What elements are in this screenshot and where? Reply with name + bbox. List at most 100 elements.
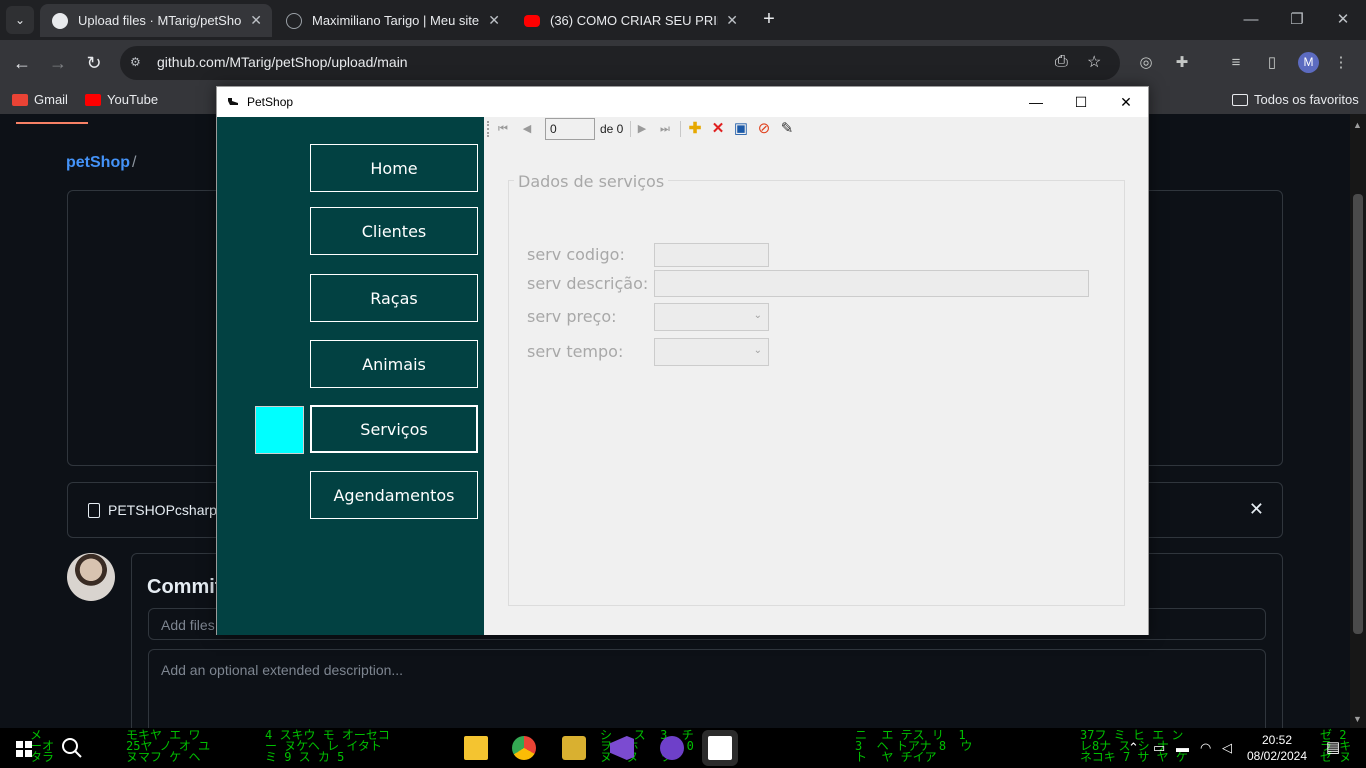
dados-servicos-group: [508, 180, 1125, 606]
meet-now-icon[interactable]: ▭: [1153, 740, 1165, 756]
address-bar[interactable]: ⚙ github.com/MTarig/petShop/upload/main: [120, 46, 1120, 80]
serv-descricao-input[interactable]: [654, 270, 1089, 297]
bookmark-label: Todos os favoritos: [1254, 92, 1359, 107]
tools-app-icon[interactable]: [562, 736, 586, 760]
forward-button[interactable]: →: [45, 50, 71, 76]
scroll-up-icon[interactable]: ▲: [1353, 120, 1362, 130]
folder-icon: [1232, 93, 1248, 106]
commit-title: Commit: [147, 576, 222, 598]
browser-toolbar: ← → ↻ ⚙ github.com/MTarig/petShop/upload…: [0, 40, 1366, 86]
globe-icon: [286, 12, 302, 29]
windows-taskbar: メ ーオ タラ モキヤ エ ワ 25ヤ ノ オ ユ ヌマフ ケ ヘ 4 スキウ …: [0, 728, 1366, 768]
wifi-icon[interactable]: ◠: [1200, 740, 1211, 756]
petshop-taskbar-icon[interactable]: [708, 736, 732, 760]
tab-close-icon[interactable]: ✕: [726, 12, 738, 29]
move-previous-icon[interactable]: ◀: [518, 120, 536, 138]
tab-search-button[interactable]: ⌄: [6, 6, 34, 34]
file-icon: [88, 503, 100, 518]
browser-menu-icon[interactable]: ⋮: [1330, 52, 1352, 74]
binding-navigator: ⏮ ◀ 0 de 0 ▶ ⏭ ✚ ✕ ▣ ⊘ ✎: [484, 117, 1148, 141]
search-icon[interactable]: [60, 736, 84, 760]
extensions-puzzle-icon[interactable]: ✚: [1171, 52, 1193, 74]
serv-codigo-label: serv codigo:: [527, 245, 625, 264]
nav-agendamentos-button[interactable]: Agendamentos: [310, 471, 478, 519]
tab-close-icon[interactable]: ✕: [488, 12, 500, 29]
youtube-icon: [85, 93, 101, 106]
battery-icon[interactable]: ▬: [1176, 740, 1189, 755]
move-next-icon[interactable]: ▶: [633, 120, 651, 138]
count-label: de 0: [600, 122, 624, 136]
bookmark-star-icon[interactable]: ☆: [1087, 52, 1101, 72]
nav-animais-button[interactable]: Animais: [310, 340, 478, 388]
move-first-icon[interactable]: ⏮: [494, 120, 512, 138]
toolbar-grip[interactable]: [487, 121, 489, 137]
repo-link[interactable]: petShop: [66, 154, 130, 172]
extension-shield-icon[interactable]: ◎: [1135, 52, 1157, 74]
maximize-button[interactable]: ☐: [1058, 90, 1104, 114]
url-text: github.com/MTarig/petShop/upload/main: [157, 54, 408, 70]
page-scrollbar[interactable]: ▲ ▼: [1350, 114, 1366, 728]
chevron-down-icon: ⌄: [753, 310, 762, 321]
gmail-icon: [12, 93, 28, 106]
close-button[interactable]: ✕: [1103, 90, 1149, 114]
github-favicon-icon: [52, 12, 68, 29]
windows-start-icon[interactable]: [16, 741, 32, 757]
chrome-icon[interactable]: [512, 736, 536, 760]
window-title: PetShop: [247, 95, 294, 109]
serv-codigo-input[interactable]: [654, 243, 769, 267]
serv-tempo-label: serv tempo:: [527, 342, 624, 361]
separator: [630, 121, 631, 137]
nav-racas-button[interactable]: Raças: [310, 274, 478, 322]
add-new-icon[interactable]: ✚: [686, 120, 704, 138]
app-icon: [228, 98, 238, 105]
tab-personal-site[interactable]: Maximiliano Tarigo | Meu site p ✕: [274, 4, 510, 37]
taskbar-clock[interactable]: 20:52 08/02/2024: [1244, 732, 1310, 764]
bookmark-youtube[interactable]: YouTube: [85, 92, 158, 107]
remove-file-icon[interactable]: ✕: [1249, 499, 1264, 520]
move-last-icon[interactable]: ⏭: [656, 120, 674, 138]
all-bookmarks-folder[interactable]: Todos os favoritos: [1232, 92, 1359, 107]
bookmark-label: YouTube: [107, 92, 159, 107]
tab-youtube[interactable]: (36) COMO CRIAR SEU PRIMEIR ✕: [512, 4, 748, 37]
serv-tempo-combo[interactable]: ⌄: [654, 338, 769, 366]
back-button[interactable]: ←: [9, 50, 35, 76]
github-desktop-icon[interactable]: [660, 736, 684, 760]
save-icon[interactable]: ▣: [732, 120, 750, 138]
nav-home-button[interactable]: Home: [310, 144, 478, 192]
scrollbar-thumb[interactable]: [1353, 194, 1363, 634]
edit-icon[interactable]: ✎: [778, 120, 796, 138]
file-explorer-icon[interactable]: [464, 736, 488, 760]
minimize-button[interactable]: —: [1013, 90, 1059, 114]
user-avatar: [67, 553, 115, 601]
cancel-icon[interactable]: ⊘: [755, 120, 773, 138]
volume-icon[interactable]: ◁: [1222, 740, 1232, 756]
tab-title: Upload files · MTarig/petShop: [78, 13, 243, 28]
media-control-icon[interactable]: ≡: [1225, 52, 1247, 74]
position-input[interactable]: 0: [545, 118, 595, 140]
tab-close-icon[interactable]: ✕: [250, 12, 262, 29]
side-panel-icon[interactable]: ▯: [1261, 52, 1283, 74]
scroll-down-icon[interactable]: ▼: [1353, 714, 1362, 724]
file-name: PETSHOPcsharp.e: [108, 502, 229, 518]
clock-date: 08/02/2024: [1246, 749, 1308, 763]
nav-clientes-button[interactable]: Clientes: [310, 207, 478, 255]
tray-expand-icon[interactable]: ⌃: [1128, 740, 1139, 756]
matrix-wallpaper-text: ニ エ テス リ 1 3 ヘ トアナ 8 ウ ト ヤ チイア: [855, 728, 973, 764]
minimize-browser-button[interactable]: —: [1228, 6, 1274, 34]
group-title: Dados de serviços: [514, 172, 669, 191]
reload-button[interactable]: ↻: [81, 50, 107, 76]
bookmark-gmail[interactable]: Gmail: [12, 92, 68, 107]
profile-avatar[interactable]: M: [1298, 52, 1319, 73]
petshop-titlebar[interactable]: PetShop — ☐ ✕: [217, 87, 1148, 117]
close-browser-button[interactable]: ✕: [1320, 6, 1366, 34]
restore-browser-button[interactable]: ❐: [1274, 6, 1320, 34]
install-app-icon[interactable]: ⎙: [1055, 53, 1068, 71]
delete-icon[interactable]: ✕: [709, 120, 727, 138]
serv-preco-combo[interactable]: ⌄: [654, 303, 769, 331]
notifications-icon[interactable]: ▤: [1326, 738, 1340, 756]
new-tab-button[interactable]: +: [758, 8, 780, 30]
nav-servicos-button[interactable]: Serviços: [310, 405, 478, 453]
separator: [680, 121, 681, 137]
tab-github-upload[interactable]: Upload files · MTarig/petShop ✕: [40, 4, 272, 37]
site-info-icon[interactable]: ⚙: [130, 55, 146, 71]
